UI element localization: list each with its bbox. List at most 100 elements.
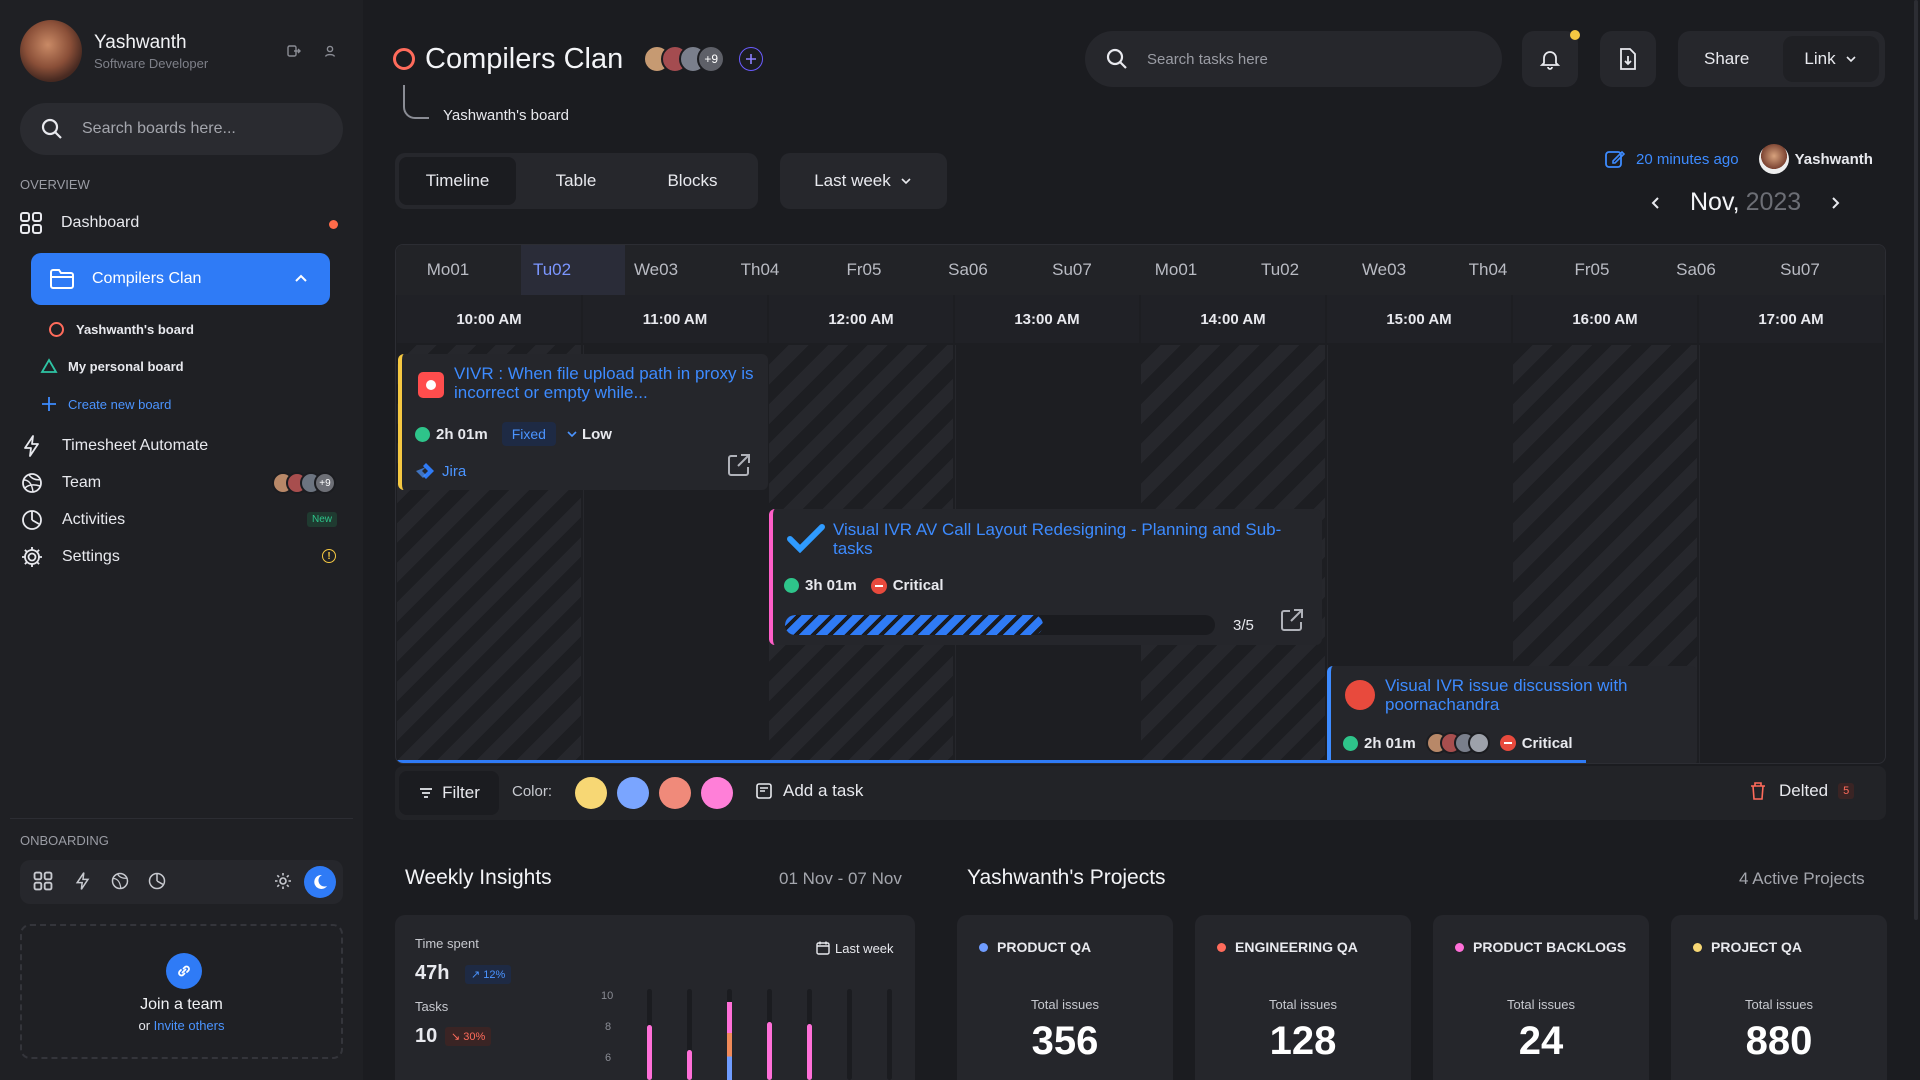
sidebar-item-label: Activities [62, 511, 126, 528]
team-icon [20, 471, 44, 495]
sidebar-item-dashboard[interactable]: Dashboard [18, 208, 343, 238]
filter-button[interactable]: Filter [399, 771, 499, 815]
link-dropdown[interactable]: Link [1783, 36, 1879, 82]
tab-table[interactable]: Table [521, 157, 631, 205]
invite-others-link[interactable]: Invite others [154, 1018, 225, 1033]
task-title[interactable]: VIVR : When file upload path in proxy is… [454, 364, 754, 402]
task-search[interactable]: Search tasks here [1085, 31, 1502, 87]
join-team-title: Join a team [140, 996, 223, 1013]
share-button[interactable]: Share [1704, 49, 1749, 69]
profile-icon[interactable] [319, 40, 341, 62]
moon-icon[interactable] [304, 866, 336, 898]
trash-icon [1749, 781, 1767, 801]
chevron-right-icon[interactable] [1827, 195, 1843, 211]
bar-fill [767, 1022, 772, 1080]
sidebar-item-compilers-clan[interactable]: Compilers Clan [31, 253, 330, 305]
day-cell[interactable]: Sa06 [916, 245, 1020, 295]
project-card[interactable]: ENGINEERING QA Total issues 128 [1195, 915, 1411, 1080]
link-icon[interactable] [166, 953, 202, 989]
range-dropdown[interactable]: Last week [780, 153, 947, 209]
sun-icon[interactable] [274, 872, 292, 890]
project-issues-label: Total issues [1507, 997, 1575, 1012]
project-card[interactable]: PRODUCT BACKLOGS Total issues 24 [1433, 915, 1649, 1080]
deleted-button[interactable]: Delted 5 [1749, 781, 1855, 801]
task-search-input[interactable]: Search tasks here [1147, 51, 1268, 68]
day-cell[interactable]: We03 [604, 245, 708, 295]
day-cell[interactable]: Th04 [708, 245, 812, 295]
y-tick: 6 [605, 1052, 612, 1064]
add-task-button[interactable]: Add a task [755, 781, 863, 801]
day-cell[interactable]: Tu02 [1228, 245, 1332, 295]
logout-icon[interactable] [283, 40, 305, 62]
chevron-left-icon[interactable] [1648, 195, 1664, 211]
notification-button[interactable] [1522, 30, 1580, 87]
clock-icon [415, 426, 430, 442]
search-icon [1105, 47, 1129, 71]
sidebar-item-team[interactable]: Team +9 [20, 469, 340, 497]
lightning-icon[interactable] [73, 871, 93, 891]
clock-pie-icon[interactable] [147, 871, 167, 891]
breadcrumb: Yashwanth's board [403, 82, 569, 124]
notification-dot [1570, 30, 1580, 40]
page-scrollbar[interactable] [1914, 0, 1918, 920]
task-card[interactable]: VIVR : When file upload path in proxy is… [398, 354, 768, 490]
grid-icon[interactable] [32, 870, 54, 892]
day-cell[interactable]: Mo01 [1124, 245, 1228, 295]
timeline-scrollbar[interactable] [396, 760, 1586, 763]
day-cell[interactable]: Fr05 [812, 245, 916, 295]
task-card[interactable]: Visual IVR AV Call Layout Redesigning - … [769, 509, 1322, 645]
external-link-icon[interactable] [1279, 607, 1305, 633]
breadcrumb-board[interactable]: Yashwanth's board [443, 107, 569, 124]
day-cell[interactable]: Mo01 [396, 245, 500, 295]
task-title[interactable]: Visual IVR issue discussion with poornac… [1385, 676, 1685, 714]
board-search[interactable]: Search boards here... [20, 103, 343, 155]
create-board-button[interactable]: Create new board [40, 393, 171, 415]
project-issues-label: Total issues [1031, 997, 1099, 1012]
sidebar-item-settings[interactable]: Settings ! [20, 543, 340, 571]
day-cell-today[interactable]: Tu02 [500, 245, 604, 295]
day-cell[interactable]: We03 [1332, 245, 1436, 295]
edited-time: 20 minutes ago [1636, 150, 1739, 168]
search-icon [40, 117, 64, 141]
color-swatch-blue[interactable] [617, 777, 649, 809]
sidebar-item-activities[interactable]: Activities New [20, 506, 340, 534]
clock-icon [1343, 735, 1358, 751]
color-swatch-yellow[interactable] [575, 777, 607, 809]
day-cell[interactable]: Sa06 [1644, 245, 1748, 295]
day-cell[interactable]: Su07 [1748, 245, 1852, 295]
sub-board-personal[interactable]: My personal board [40, 355, 184, 377]
day-cell[interactable]: Su07 [1020, 245, 1124, 295]
user-profile[interactable]: Yashwanth Software Developer [20, 18, 345, 84]
day-cell[interactable]: Th04 [1436, 245, 1540, 295]
board-status-icon [393, 48, 415, 70]
project-card[interactable]: PRODUCT QA Total issues 356 [957, 915, 1173, 1080]
sub-board-yashwanth[interactable]: Yashwanth's board [49, 318, 194, 340]
color-swatch-salmon[interactable] [659, 777, 691, 809]
team-icon[interactable] [110, 871, 130, 891]
task-card[interactable]: Visual IVR issue discussion with poornac… [1327, 666, 1697, 763]
time-slot: 10:00 AM [397, 295, 581, 343]
priority-label: Critical [1521, 734, 1573, 752]
add-member-icon[interactable] [739, 47, 764, 71]
project-dot [1693, 943, 1702, 952]
export-button[interactable] [1600, 31, 1656, 87]
time-slot: 12:00 AM [769, 295, 953, 343]
project-dot [1217, 943, 1226, 952]
source-label[interactable]: Jira [442, 463, 466, 480]
external-link-icon[interactable] [726, 452, 752, 478]
day-cell[interactable]: Fr05 [1540, 245, 1644, 295]
task-title[interactable]: Visual IVR AV Call Layout Redesigning - … [833, 520, 1293, 558]
tab-blocks[interactable]: Blocks [635, 157, 750, 205]
period-selector[interactable]: Last week [815, 940, 894, 956]
board-members[interactable]: +9 [643, 45, 726, 73]
board-search-input[interactable]: Search boards here... [82, 120, 236, 138]
bar-fill [807, 1024, 812, 1080]
project-card[interactable]: PROJECT QA Total issues 880 [1671, 915, 1887, 1080]
progress-bar [785, 615, 1215, 635]
chevron-up-icon[interactable] [293, 271, 309, 287]
tab-timeline[interactable]: Timeline [399, 157, 516, 205]
sidebar-item-timesheet[interactable]: Timesheet Automate [20, 432, 340, 460]
color-swatch-pink[interactable] [701, 777, 733, 809]
y-tick: 8 [605, 1021, 612, 1033]
project-issues-value: 24 [1518, 1019, 1564, 1063]
